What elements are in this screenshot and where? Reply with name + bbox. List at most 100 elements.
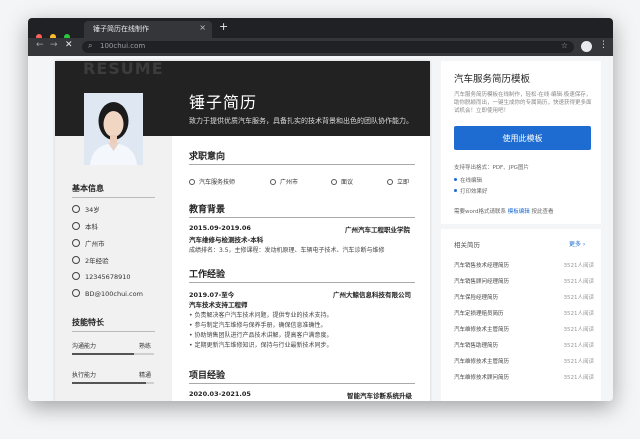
use-template-button[interactable]: 使用此模板 (454, 126, 591, 150)
phone-icon (72, 272, 80, 280)
intent-status: 立即 (387, 177, 409, 186)
related-more-link[interactable]: 更多 › (569, 239, 585, 248)
info-phone-text: 12345678910 (85, 273, 131, 281)
intent-job-text: 汽车服务技师 (199, 179, 236, 186)
related-item[interactable]: 汽车维修技术主管简历 3521人阅读 (454, 325, 594, 333)
resume-intro: 致力于提供优质汽车服务，具备扎实的技术背景和出色的团队协作能力。 (189, 117, 413, 125)
word-tail: 按此查看 (531, 209, 554, 215)
work-position: 汽车技术支持工程师 (189, 301, 248, 309)
info-degree: 本科 (72, 221, 98, 231)
word-note: 需要word格式请联系 模板编辑 按此查看 (454, 207, 554, 215)
divider (189, 282, 415, 283)
experience-icon (72, 256, 80, 264)
related-item[interactable]: 汽车销售助理简历 3521人阅读 (454, 341, 594, 349)
word-note-text: 需要word格式请联系 (454, 209, 507, 215)
work-bullet: • 负责解决客户汽车技术问题，提供专业的技术支持。 (189, 312, 333, 319)
divider (72, 197, 155, 198)
intent-city: 广州市 (270, 177, 298, 186)
intent-city-text: 广州市 (280, 179, 299, 186)
back-button[interactable]: ← (36, 40, 44, 50)
info-age: 34岁 (72, 204, 100, 214)
use-template-label: 使用此模板 (502, 134, 543, 143)
panel-divider (441, 224, 601, 229)
project-date: 2020.03-2021.05 (189, 390, 251, 398)
work-bullet: • 定期更新汽车维修知识，保持与行业最新技术同步。 (189, 342, 333, 349)
profile-avatar-icon[interactable] (581, 41, 592, 52)
word-link[interactable]: 模板编辑 (508, 209, 530, 215)
browser-tab-active[interactable]: 锤子简历在线制作 × (84, 21, 212, 38)
divider (189, 383, 415, 384)
related-item[interactable]: 汽车定损理赔员简历 3521人阅读 (454, 309, 594, 317)
work-date: 2019.07-至今 (189, 291, 235, 299)
new-tab-button[interactable]: + (219, 20, 228, 33)
related-item-count: 3521人阅读 (563, 359, 595, 365)
skill-bar (72, 353, 154, 355)
feature-item: 打印效果好 (454, 187, 488, 195)
panel-title: 汽车服务简历模板 (454, 74, 531, 85)
search-icon: ⌕ (88, 41, 93, 50)
related-item[interactable]: 汽车销售技术经理简历 3521人阅读 (454, 261, 594, 269)
related-item-title: 汽车维修技术主管简历 (454, 359, 510, 365)
education-date: 2015.09-2019.06 (189, 224, 251, 232)
skill-level: 熟练 (139, 343, 152, 350)
work-bullet: • 参与制定汽车维修与保养手册，确保信息准确性。 (189, 322, 327, 329)
feature-item: 在线编辑 (454, 176, 482, 184)
skill-bar-fill (72, 382, 146, 384)
info-degree-text: 本科 (85, 223, 98, 231)
intent-status-text: 立即 (397, 179, 410, 186)
project-title: 项目经验 (189, 371, 226, 381)
email-icon (72, 289, 80, 297)
work-company: 广州大鲸信息科技有限公司 (333, 291, 411, 299)
intent-salary: 面议 (331, 177, 353, 186)
resume-preview: RESUME 锤子简历 致力于提供优质汽车服务，具备扎实的技术背景和出色的团队协… (55, 61, 430, 401)
feature-text: 打印效果好 (460, 189, 488, 195)
divider (72, 331, 155, 332)
bullet-icon (454, 189, 457, 192)
related-item-title: 汽车销售助理简历 (454, 343, 499, 349)
city-icon (270, 179, 276, 185)
project-name: 智能汽车诊断系统升级 (347, 392, 412, 400)
related-item-count: 3521人阅读 (563, 343, 595, 349)
intent-title: 求职意向 (189, 152, 226, 162)
basic-info-title: 基本信息 (72, 184, 104, 193)
education-title: 教育背景 (189, 205, 226, 215)
page-content: RESUME 锤子简历 致力于提供优质汽车服务，具备扎实的技术背景和出色的团队协… (28, 56, 613, 401)
bullet-icon (454, 178, 457, 181)
related-item-count: 3521人阅读 (563, 375, 595, 381)
stop-loading-button[interactable]: ✕ (65, 40, 73, 50)
tab-bar: 锤子简历在线制作 × + (28, 18, 613, 40)
template-panel: 汽车服务简历模板 汽车服务简历模板在线制作，轻松·在线·编辑·极速保存，助你脱颖… (441, 61, 601, 401)
info-age-text: 34岁 (85, 206, 100, 214)
related-item-count: 3521人阅读 (563, 311, 595, 317)
related-item[interactable]: 汽车维修技术顾问简历 3521人阅读 (454, 373, 594, 381)
job-icon (189, 179, 195, 185)
profile-photo (84, 93, 143, 165)
education-detail: 成绩排名：3.5，主修课程：发动机原理、车辆电子技术、汽车诊断与维修 (189, 247, 385, 254)
address-url: 100chui.com (100, 42, 146, 50)
intent-salary-text: 面议 (341, 179, 354, 186)
related-item-count: 3521人阅读 (563, 279, 595, 285)
forward-button[interactable]: → (50, 40, 58, 50)
browser-menu-icon[interactable]: ⋮ (599, 40, 608, 50)
degree-icon (72, 222, 80, 230)
related-item[interactable]: 汽车销售顾问经理简历 3521人阅读 (454, 277, 594, 285)
related-item[interactable]: 汽车保险经理简历 3521人阅读 (454, 293, 594, 301)
info-email: BD@100chui.com (72, 289, 143, 298)
tab-close-icon[interactable]: × (199, 23, 206, 32)
location-icon (72, 239, 80, 247)
skill-name: 执行能力 (72, 372, 97, 379)
status-icon (387, 179, 393, 185)
education-school: 广州汽车工程职业学院 (345, 226, 410, 234)
skill-level: 精通 (139, 372, 152, 379)
related-item-title: 汽车保险经理简历 (454, 295, 499, 301)
education-major: 汽车维修与检测技术-本科 (189, 236, 264, 244)
bookmark-star-icon[interactable]: ☆ (561, 41, 568, 50)
intent-job: 汽车服务技师 (189, 177, 235, 186)
address-bar[interactable]: ⌕ 100chui.com ☆ (82, 41, 574, 53)
related-item[interactable]: 汽车维修技术主管简历 3521人阅读 (454, 357, 594, 365)
age-icon (72, 205, 80, 213)
salary-icon (331, 179, 337, 185)
info-email-text: BD@100chui.com (85, 290, 143, 298)
browser-window: 锤子简历在线制作 × + ← → ✕ ⌕ 100chui.com ☆ ⋮ RES… (28, 18, 613, 401)
related-item-count: 3521人阅读 (563, 327, 595, 333)
